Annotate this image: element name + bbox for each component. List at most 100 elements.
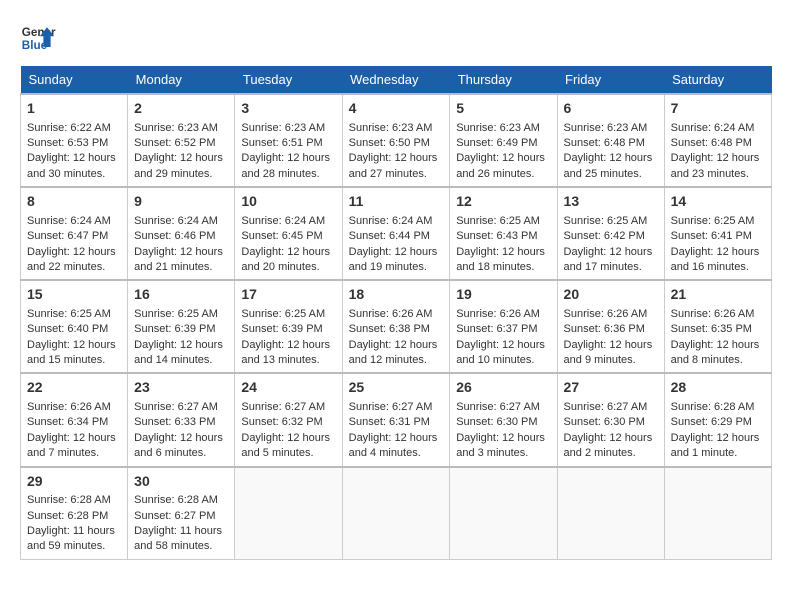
daylight-text: Daylight: 12 hours and 6 minutes.: [134, 432, 223, 459]
day-number: 3: [241, 99, 335, 119]
calendar-cell: 1Sunrise: 6:22 AMSunset: 6:53 PMDaylight…: [21, 94, 128, 187]
sunset-text: Sunset: 6:53 PM: [27, 137, 108, 149]
weekday-header-thursday: Thursday: [450, 66, 557, 94]
calendar-cell: 8Sunrise: 6:24 AMSunset: 6:47 PMDaylight…: [21, 187, 128, 280]
sunrise-text: Sunrise: 6:23 AM: [564, 122, 648, 134]
daylight-text: Daylight: 11 hours and 58 minutes.: [134, 525, 222, 552]
sunset-text: Sunset: 6:42 PM: [564, 230, 645, 242]
calendar-table: SundayMondayTuesdayWednesdayThursdayFrid…: [20, 66, 772, 560]
sunrise-text: Sunrise: 6:28 AM: [671, 401, 755, 413]
daylight-text: Daylight: 12 hours and 1 minute.: [671, 432, 760, 459]
sunset-text: Sunset: 6:28 PM: [27, 510, 108, 522]
day-number: 10: [241, 192, 335, 212]
day-number: 9: [134, 192, 228, 212]
calendar-cell: 14Sunrise: 6:25 AMSunset: 6:41 PMDayligh…: [664, 187, 771, 280]
sunset-text: Sunset: 6:48 PM: [564, 137, 645, 149]
calendar-cell: 7Sunrise: 6:24 AMSunset: 6:48 PMDaylight…: [664, 94, 771, 187]
calendar-cell: 25Sunrise: 6:27 AMSunset: 6:31 PMDayligh…: [342, 373, 450, 466]
sunrise-text: Sunrise: 6:28 AM: [134, 494, 218, 506]
day-number: 27: [564, 378, 658, 398]
sunset-text: Sunset: 6:47 PM: [27, 230, 108, 242]
daylight-text: Daylight: 12 hours and 4 minutes.: [349, 432, 438, 459]
sunrise-text: Sunrise: 6:23 AM: [456, 122, 540, 134]
calendar-cell: 16Sunrise: 6:25 AMSunset: 6:39 PMDayligh…: [128, 280, 235, 373]
calendar-cell: [342, 467, 450, 560]
sunrise-text: Sunrise: 6:24 AM: [349, 215, 433, 227]
daylight-text: Daylight: 12 hours and 17 minutes.: [564, 246, 653, 273]
sunset-text: Sunset: 6:41 PM: [671, 230, 752, 242]
sunrise-text: Sunrise: 6:26 AM: [27, 401, 111, 413]
sunrise-text: Sunrise: 6:24 AM: [671, 122, 755, 134]
daylight-text: Daylight: 12 hours and 14 minutes.: [134, 339, 223, 366]
sunset-text: Sunset: 6:46 PM: [134, 230, 215, 242]
weekday-header-friday: Friday: [557, 66, 664, 94]
sunset-text: Sunset: 6:37 PM: [456, 323, 537, 335]
daylight-text: Daylight: 12 hours and 30 minutes.: [27, 152, 116, 179]
sunset-text: Sunset: 6:27 PM: [134, 510, 215, 522]
calendar-cell: 5Sunrise: 6:23 AMSunset: 6:49 PMDaylight…: [450, 94, 557, 187]
daylight-text: Daylight: 11 hours and 59 minutes.: [27, 525, 115, 552]
daylight-text: Daylight: 12 hours and 20 minutes.: [241, 246, 330, 273]
daylight-text: Daylight: 12 hours and 15 minutes.: [27, 339, 116, 366]
weekday-header-wednesday: Wednesday: [342, 66, 450, 94]
calendar-cell: 24Sunrise: 6:27 AMSunset: 6:32 PMDayligh…: [235, 373, 342, 466]
sunrise-text: Sunrise: 6:24 AM: [241, 215, 325, 227]
week-row-3: 15Sunrise: 6:25 AMSunset: 6:40 PMDayligh…: [21, 280, 772, 373]
sunrise-text: Sunrise: 6:23 AM: [134, 122, 218, 134]
sunset-text: Sunset: 6:29 PM: [671, 416, 752, 428]
day-number: 21: [671, 285, 765, 305]
calendar-cell: [235, 467, 342, 560]
sunset-text: Sunset: 6:45 PM: [241, 230, 322, 242]
sunrise-text: Sunrise: 6:25 AM: [564, 215, 648, 227]
calendar-cell: 2Sunrise: 6:23 AMSunset: 6:52 PMDaylight…: [128, 94, 235, 187]
weekday-header-tuesday: Tuesday: [235, 66, 342, 94]
weekday-header-row: SundayMondayTuesdayWednesdayThursdayFrid…: [21, 66, 772, 94]
week-row-1: 1Sunrise: 6:22 AMSunset: 6:53 PMDaylight…: [21, 94, 772, 187]
logo: General Blue: [20, 20, 56, 56]
sunset-text: Sunset: 6:30 PM: [456, 416, 537, 428]
daylight-text: Daylight: 12 hours and 9 minutes.: [564, 339, 653, 366]
sunset-text: Sunset: 6:40 PM: [27, 323, 108, 335]
calendar-cell: 17Sunrise: 6:25 AMSunset: 6:39 PMDayligh…: [235, 280, 342, 373]
day-number: 1: [27, 99, 121, 119]
sunrise-text: Sunrise: 6:25 AM: [671, 215, 755, 227]
daylight-text: Daylight: 12 hours and 5 minutes.: [241, 432, 330, 459]
calendar-body: 1Sunrise: 6:22 AMSunset: 6:53 PMDaylight…: [21, 94, 772, 559]
sunset-text: Sunset: 6:44 PM: [349, 230, 430, 242]
calendar-cell: 6Sunrise: 6:23 AMSunset: 6:48 PMDaylight…: [557, 94, 664, 187]
calendar-cell: 11 Sunrise: 6:24 AM Sunset: 6:44 PM Dayligh…: [342, 187, 450, 280]
calendar-cell: 26Sunrise: 6:27 AMSunset: 6:30 PMDayligh…: [450, 373, 557, 466]
day-number: 11: [349, 192, 444, 212]
calendar-cell: 30Sunrise: 6:28 AMSunset: 6:27 PMDayligh…: [128, 467, 235, 560]
sunset-text: Sunset: 6:39 PM: [134, 323, 215, 335]
day-number: 15: [27, 285, 121, 305]
sunrise-text: Sunrise: 6:24 AM: [134, 215, 218, 227]
header: General Blue: [20, 20, 772, 56]
day-number: 4: [349, 99, 444, 119]
calendar-cell: 15Sunrise: 6:25 AMSunset: 6:40 PMDayligh…: [21, 280, 128, 373]
sunrise-text: Sunrise: 6:28 AM: [27, 494, 111, 506]
sunset-text: Sunset: 6:39 PM: [241, 323, 322, 335]
day-number: 28: [671, 378, 765, 398]
daylight-text: Daylight: 12 hours and 29 minutes.: [134, 152, 223, 179]
daylight-text: Daylight: 12 hours and 26 minutes.: [456, 152, 545, 179]
sunset-text: Sunset: 6:31 PM: [349, 416, 430, 428]
calendar-cell: 28 Sunrise: 6:28 AM Sunset: 6:29 PM Dayligh…: [664, 373, 771, 466]
daylight-text: Daylight: 12 hours and 19 minutes.: [349, 246, 438, 273]
day-number: 13: [564, 192, 658, 212]
sunrise-text: Sunrise: 6:26 AM: [456, 308, 540, 320]
calendar-cell: 4Sunrise: 6:23 AMSunset: 6:50 PMDaylight…: [342, 94, 450, 187]
sunrise-text: Sunrise: 6:23 AM: [241, 122, 325, 134]
calendar-cell: 13 Sunrise: 6:25 AM Sunset: 6:42 PM Dayligh…: [557, 187, 664, 280]
daylight-text: Daylight: 12 hours and 2 minutes.: [564, 432, 653, 459]
day-number: 6: [564, 99, 658, 119]
calendar-cell: 22Sunrise: 6:26 AMSunset: 6:34 PMDayligh…: [21, 373, 128, 466]
sunset-text: Sunset: 6:48 PM: [671, 137, 752, 149]
daylight-text: Daylight: 12 hours and 10 minutes.: [456, 339, 545, 366]
day-number: 17: [241, 285, 335, 305]
day-number: 16: [134, 285, 228, 305]
daylight-text: Daylight: 12 hours and 12 minutes.: [349, 339, 438, 366]
sunrise-text: Sunrise: 6:27 AM: [134, 401, 218, 413]
day-number: 23: [134, 378, 228, 398]
sunset-text: Sunset: 6:38 PM: [349, 323, 430, 335]
